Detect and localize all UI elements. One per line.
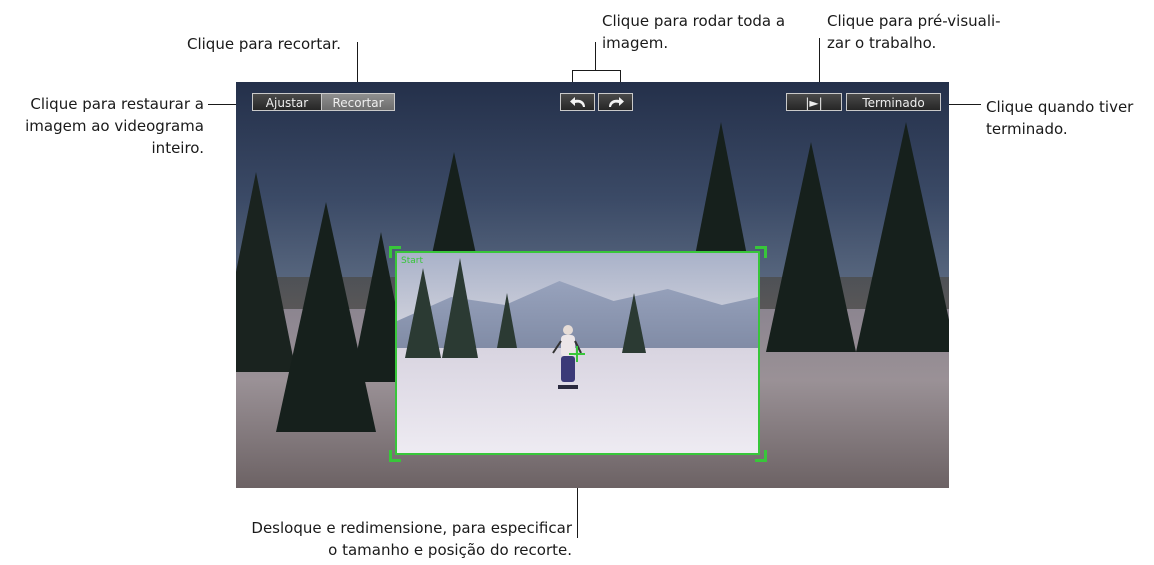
callout-move-line1: Desloque e redimensione, para especifica… (251, 519, 572, 537)
rotate-right-icon (608, 97, 624, 107)
callout-fit-line1: Clique para restaurar a (30, 95, 204, 113)
crop-button[interactable]: Recortar (322, 93, 395, 111)
done-button[interactable]: Terminado (846, 93, 941, 111)
right-buttons: |►| Terminado (786, 93, 941, 111)
tree-right-2 (766, 142, 856, 352)
callout-done-line2: terminado. (986, 120, 1068, 138)
leader-rotate-v (595, 42, 596, 70)
callout-rotate: Clique para rodar toda a imagem. (602, 10, 785, 54)
callout-done-line1: Clique quando tiver (986, 98, 1134, 116)
callout-fit-line2: imagem ao videograma (25, 117, 204, 135)
callout-move: Desloque e redimensione, para especifica… (200, 517, 572, 561)
video-viewer[interactable]: Ajustar Recortar |►| Terminado Start (236, 82, 949, 488)
callout-preview-line2: zar o trabalho. (827, 34, 937, 52)
callout-fit: Clique para restaurar a imagem ao videog… (0, 93, 204, 159)
leader-rotate-h (572, 70, 621, 71)
fit-button[interactable]: Ajustar (252, 93, 322, 111)
crop-tree-4 (622, 293, 646, 353)
crop-rectangle[interactable]: Start (395, 251, 760, 455)
tree-right-3 (856, 122, 949, 352)
callout-crop-text: Clique para recortar. (187, 35, 341, 53)
crop-handle-top-left[interactable] (389, 246, 401, 258)
callout-crop: Clique para recortar. (187, 33, 341, 55)
crop-handle-bottom-left[interactable] (389, 450, 401, 462)
callout-preview: Clique para pré-visuali- zar o trabalho. (827, 10, 1001, 54)
crop-tree-1 (405, 268, 441, 358)
crop-start-label: Start (401, 256, 423, 266)
crop-tree-3 (497, 293, 517, 348)
fit-crop-toggle: Ajustar Recortar (252, 93, 395, 111)
callout-preview-line1: Clique para pré-visuali- (827, 12, 1001, 30)
callout-move-line2: o tamanho e posição do recorte. (328, 541, 572, 559)
crop-tree-2 (442, 258, 478, 358)
crop-center-crosshair (569, 346, 585, 362)
rotate-right-button[interactable] (598, 93, 633, 111)
crop-handle-bottom-right[interactable] (755, 450, 767, 462)
rotate-left-button[interactable] (560, 93, 595, 111)
callout-rotate-line1: Clique para rodar toda a (602, 12, 786, 30)
preview-button[interactable]: |►| (786, 93, 842, 111)
callout-rotate-line2: imagem. (602, 34, 669, 52)
callout-done: Clique quando tiver terminado. (986, 96, 1133, 140)
rotate-buttons (560, 93, 633, 111)
callout-fit-line3: inteiro. (151, 139, 204, 157)
crop-handle-top-right[interactable] (755, 246, 767, 258)
rotate-left-icon (569, 97, 585, 107)
